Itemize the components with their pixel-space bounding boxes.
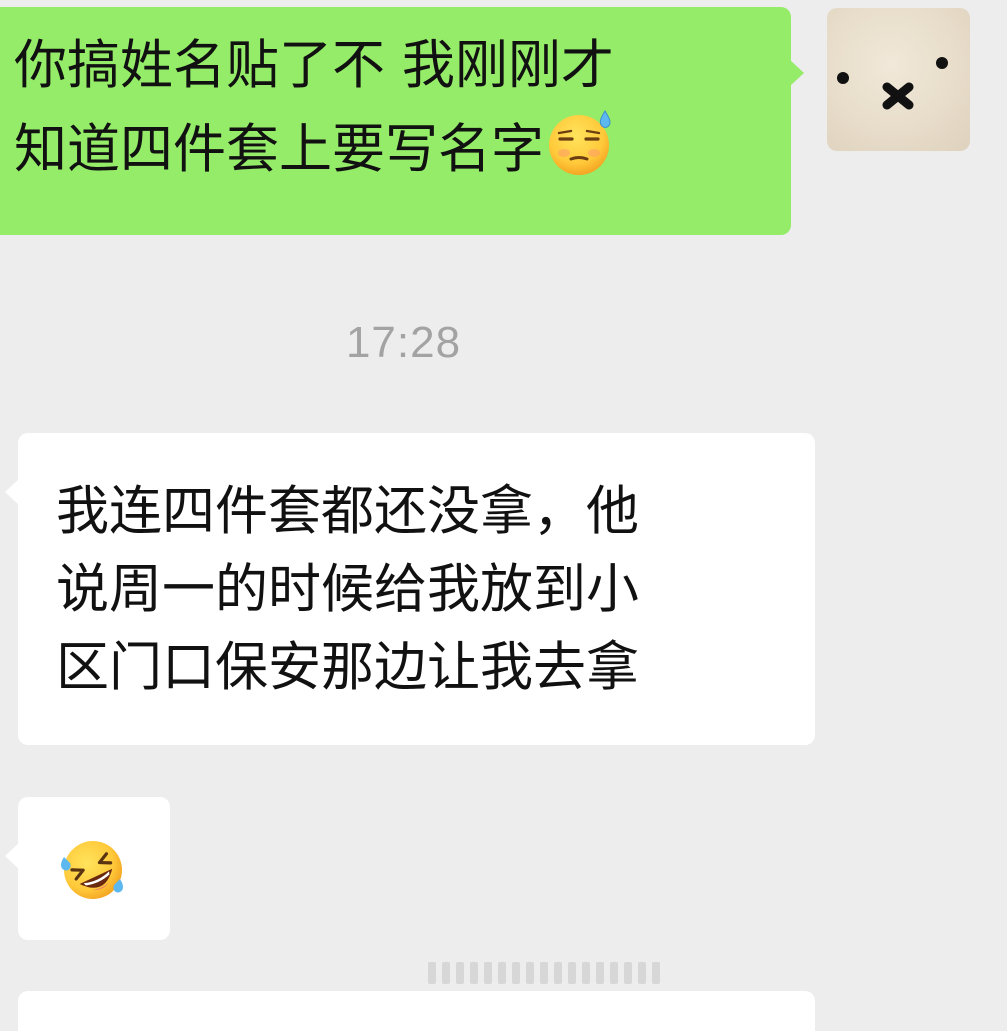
watermark (428, 962, 660, 984)
message-timestamp: 17:28 (345, 318, 462, 367)
incoming-message-text: 我连四件套都还没拿，他 说周一的时候给我放到小 区门口保安那边让我去拿 (56, 481, 639, 698)
rolling-on-floor-laughing-emoji-icon (61, 841, 123, 899)
outgoing-message-text: 你搞姓名贴了不 我刚刚才 知道四件套上要写名字 (14, 35, 614, 180)
incoming-message-bubble-partial[interactable] (18, 991, 815, 1031)
chat-view: 你搞姓名贴了不 我刚刚才 知道四件套上要写名字 17:28 我连四件套都还没拿，… (0, 0, 1007, 1031)
user-avatar[interactable] (827, 8, 970, 151)
incoming-message-bubble[interactable]: 我连四件套都还没拿，他 说周一的时候给我放到小 区门口保安那边让我去拿 (5, 433, 815, 745)
outgoing-message-bubble[interactable]: 你搞姓名贴了不 我刚刚才 知道四件套上要写名字 (0, 7, 804, 235)
incoming-emoji-bubble[interactable] (5, 797, 170, 940)
avatar-face-icon (837, 57, 948, 110)
sleepy-sweat-emoji-icon (549, 109, 611, 175)
